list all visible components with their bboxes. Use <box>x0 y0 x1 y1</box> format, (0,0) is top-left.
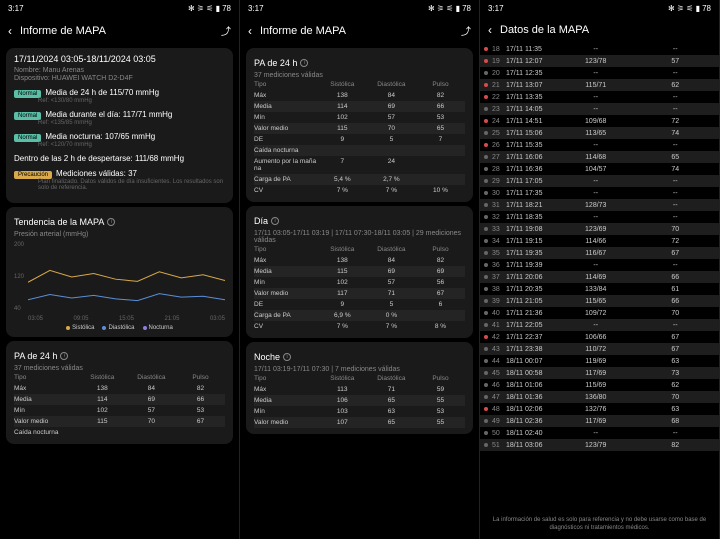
table-row: Mín1036353 <box>254 406 465 417</box>
info-icon[interactable]: i <box>60 352 68 360</box>
pa24-section: PA de 24 hi 37 mediciones válidas TipoSi… <box>246 48 473 202</box>
share-icon[interactable]: ⤴ <box>221 23 231 38</box>
data-row[interactable]: 2117/11 13:07115/7162 <box>480 79 719 91</box>
table-row: Caída nocturna <box>14 427 225 438</box>
data-row[interactable]: 4317/11 23:38110/7267 <box>480 343 719 355</box>
table-row: CV7 %7 %10 % <box>254 185 465 196</box>
data-row[interactable]: 3617/11 19:39---- <box>480 259 719 271</box>
table-row: Media1156969 <box>254 266 465 277</box>
data-row[interactable]: 4017/11 21:36109/7270 <box>480 307 719 319</box>
data-row[interactable]: 2617/11 15:35---- <box>480 139 719 151</box>
status-icons: ✻ ⚞ ⚟ ▮78 <box>188 4 231 13</box>
data-row[interactable]: 3717/11 20:06114/6966 <box>480 271 719 283</box>
data-row[interactable]: 3817/11 20:35133/8461 <box>480 283 719 295</box>
table-row: Caída nocturna <box>254 145 465 156</box>
data-row[interactable]: 4718/11 01:36136/8070 <box>480 391 719 403</box>
data-row[interactable]: 2017/11 12:35---- <box>480 67 719 79</box>
data-row[interactable]: 4818/11 02:06132/7663 <box>480 403 719 415</box>
table-row: CV7 %7 %8 % <box>254 321 465 332</box>
status-time: 3:17 <box>8 4 24 13</box>
back-icon[interactable]: ‹ <box>248 24 252 38</box>
info-icon[interactable]: i <box>107 218 115 226</box>
status-bar: 3:17 ✻ ⚞ ⚟ ▮78 <box>0 0 239 17</box>
status-bar: 3:17✻ ⚞ ⚟ ▮78 <box>480 0 719 17</box>
data-row[interactable]: 3217/11 18:35---- <box>480 211 719 223</box>
data-row[interactable]: 5018/11 02:40---- <box>480 427 719 439</box>
night-section: Nochei 17/11 03:19-17/11 07:30 | 7 medic… <box>246 342 473 434</box>
table-row: Mín1025753 <box>14 405 225 416</box>
data-row[interactable]: 3417/11 19:15114/6672 <box>480 235 719 247</box>
table-row: Media1146966 <box>254 101 465 112</box>
data-row[interactable]: 2717/11 16:06114/6865 <box>480 151 719 163</box>
table-row: Mín1025756 <box>254 277 465 288</box>
header: ‹ Informe de MAPA ⤴ <box>0 17 239 44</box>
summary-card: 17/11/2024 03:05-18/11/2024 03:05 Nombre… <box>6 48 233 203</box>
status-bar: 3:17✻ ⚞ ⚟ ▮78 <box>240 0 479 17</box>
data-row[interactable]: 2917/11 17:05---- <box>480 175 719 187</box>
trend-title: Tendencia de la MAPAi <box>14 217 225 227</box>
chart-legend: SistólicaDiastólicaNocturna <box>14 325 225 331</box>
page-title: Datos de la MAPA <box>500 24 711 36</box>
back-icon[interactable]: ‹ <box>8 24 12 38</box>
data-row[interactable]: 2217/11 13:35---- <box>480 91 719 103</box>
table-row: DE956 <box>254 299 465 310</box>
pa24-card: PA de 24 hi 37 mediciones válidas TipoSi… <box>6 341 233 444</box>
data-row[interactable]: 4518/11 00:58117/6973 <box>480 367 719 379</box>
page-title: Informe de MAPA <box>260 25 453 37</box>
data-row[interactable]: 2417/11 14:51109/6872 <box>480 115 719 127</box>
page-title: Informe de MAPA <box>20 25 213 37</box>
data-row[interactable]: 3917/11 21:05115/6566 <box>480 295 719 307</box>
data-row[interactable]: 3017/11 17:35---- <box>480 187 719 199</box>
trend-chart[interactable]: 20012040 <box>14 242 225 312</box>
table-row: Carga de PA6,9 %0 % <box>254 310 465 321</box>
data-list[interactable]: 1817/11 11:35----1917/11 12:07123/785720… <box>480 43 719 451</box>
data-row[interactable]: 4117/11 22:05---- <box>480 319 719 331</box>
data-row[interactable]: 1917/11 12:07123/7857 <box>480 55 719 67</box>
data-row[interactable]: 2817/11 16:36104/5774 <box>480 163 719 175</box>
data-row[interactable]: 3317/11 19:08123/6970 <box>480 223 719 235</box>
date-range: 17/11/2024 03:05-18/11/2024 03:05 <box>14 54 225 64</box>
table-row: Carga de PA5,4 %2,7 % <box>254 174 465 185</box>
data-row[interactable]: 2517/11 15:06113/6574 <box>480 127 719 139</box>
table-row: Aumento por la maña na724 <box>254 156 465 174</box>
data-row[interactable]: 3117/11 18:21128/73-- <box>480 199 719 211</box>
table-row: Valor medio1157067 <box>14 416 225 427</box>
table-row: Media1146966 <box>14 394 225 405</box>
table-row: Mín1025753 <box>254 112 465 123</box>
table-row: Máx1388482 <box>254 255 465 266</box>
data-row[interactable]: 4618/11 01:06115/6962 <box>480 379 719 391</box>
data-row[interactable]: 4418/11 00:07119/6963 <box>480 355 719 367</box>
data-row[interactable]: 5118/11 03:06123/7982 <box>480 439 719 451</box>
table-row: Valor medio1177167 <box>254 288 465 299</box>
metrics-list: NormalMedia de 24 h de 115/70 mmHgRef: <… <box>14 88 225 191</box>
table-row: Máx1388482 <box>14 383 225 394</box>
table-row: Valor medio1157065 <box>254 123 465 134</box>
day-section: Díai 17/11 03:05-17/11 03:19 | 17/11 07:… <box>246 206 473 338</box>
back-icon[interactable]: ‹ <box>488 23 492 37</box>
pane-report-2: 3:17✻ ⚞ ⚟ ▮78 ‹ Informe de MAPA ⤴ PA de … <box>240 0 480 539</box>
table-row: Máx1137159 <box>254 384 465 395</box>
data-row[interactable]: 1817/11 11:35---- <box>480 43 719 55</box>
trend-card: Tendencia de la MAPAi Presión arterial (… <box>6 207 233 337</box>
data-row[interactable]: 4918/11 02:36117/6968 <box>480 415 719 427</box>
data-row[interactable]: 3517/11 19:35116/6767 <box>480 247 719 259</box>
table-row: Media1066555 <box>254 395 465 406</box>
share-icon[interactable]: ⤴ <box>461 23 471 38</box>
data-row[interactable]: 2317/11 14:05---- <box>480 103 719 115</box>
table-row: DE957 <box>254 134 465 145</box>
data-row[interactable]: 4217/11 22:37106/6667 <box>480 331 719 343</box>
disclaimer: La información de salud es solo para ref… <box>480 511 719 539</box>
pane-data: 3:17✻ ⚞ ⚟ ▮78 ‹ Datos de la MAPA 1817/11… <box>480 0 720 539</box>
table-row: Máx1388482 <box>254 90 465 101</box>
pane-report-1: 3:17 ✻ ⚞ ⚟ ▮78 ‹ Informe de MAPA ⤴ 17/11… <box>0 0 240 539</box>
table-row: Valor medio1076555 <box>254 417 465 428</box>
